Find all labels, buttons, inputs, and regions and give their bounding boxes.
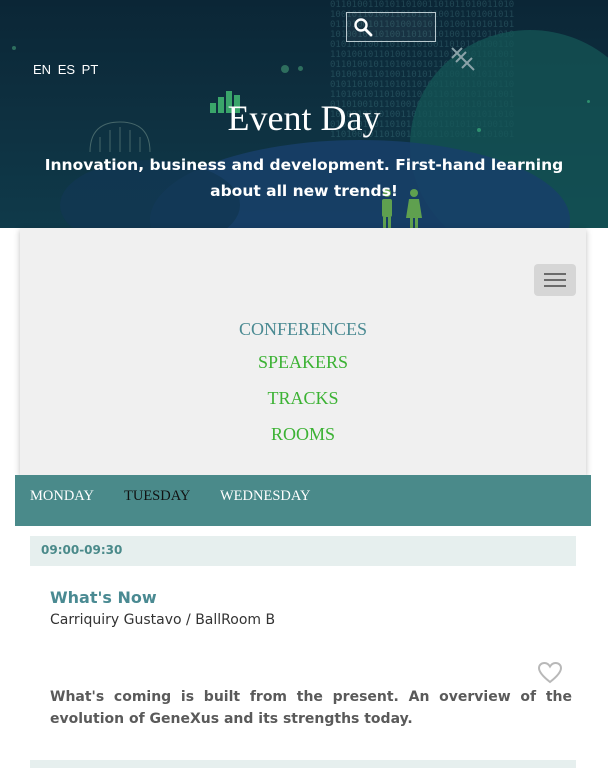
language-pt-link[interactable]: PT (82, 62, 99, 77)
next-time-slot-header (30, 760, 576, 768)
nav-item-speakers[interactable]: SPEAKERS (20, 352, 586, 373)
language-switcher: EN ES PT (33, 62, 101, 77)
tab-tuesday[interactable]: TUESDAY (124, 488, 190, 505)
nav-item-rooms[interactable]: ROOMS (20, 424, 586, 445)
time-slot-label: 09:00-09:30 (41, 543, 123, 557)
hamburger-menu-icon (544, 285, 566, 287)
session-speaker-room: Carriquiry Gustavo / BallRoom B (50, 612, 276, 628)
session-description: What's coming is built from the present.… (50, 689, 572, 727)
heart-outline-icon[interactable] (537, 661, 563, 685)
nav-item-tracks[interactable]: TRACKS (20, 388, 586, 409)
page-subtitle: Innovation, business and development. Fi… (44, 156, 564, 200)
dot-decoration (298, 66, 303, 71)
satellite-icon (451, 47, 475, 71)
tab-monday[interactable]: MONDAY (30, 488, 94, 505)
language-es-link[interactable]: ES (58, 62, 75, 77)
language-en-link[interactable]: EN (33, 62, 51, 77)
time-slot-header: 09:00-09:30 (30, 536, 576, 566)
navigation-panel: CONFERENCES SPEAKERS TRACKS ROOMS (20, 228, 586, 475)
session-title-link[interactable]: What's Now (50, 588, 157, 607)
day-tabs: MONDAY TUESDAY WEDNESDAY (15, 475, 591, 526)
hamburger-menu-icon (544, 279, 566, 281)
nav-item-conferences[interactable]: CONFERENCES (20, 319, 586, 340)
search-icon[interactable] (353, 17, 373, 37)
dot-decoration (12, 46, 16, 50)
page-title: Event Day (227, 98, 381, 138)
hero-banner: 0110100110101101001101011010011010 10010… (0, 0, 608, 228)
menu-toggle-button[interactable] (534, 264, 576, 296)
hamburger-menu-icon (544, 273, 566, 275)
dot-decoration (281, 65, 289, 73)
search-input[interactable] (346, 12, 436, 42)
tab-wednesday[interactable]: WEDNESDAY (220, 488, 311, 505)
